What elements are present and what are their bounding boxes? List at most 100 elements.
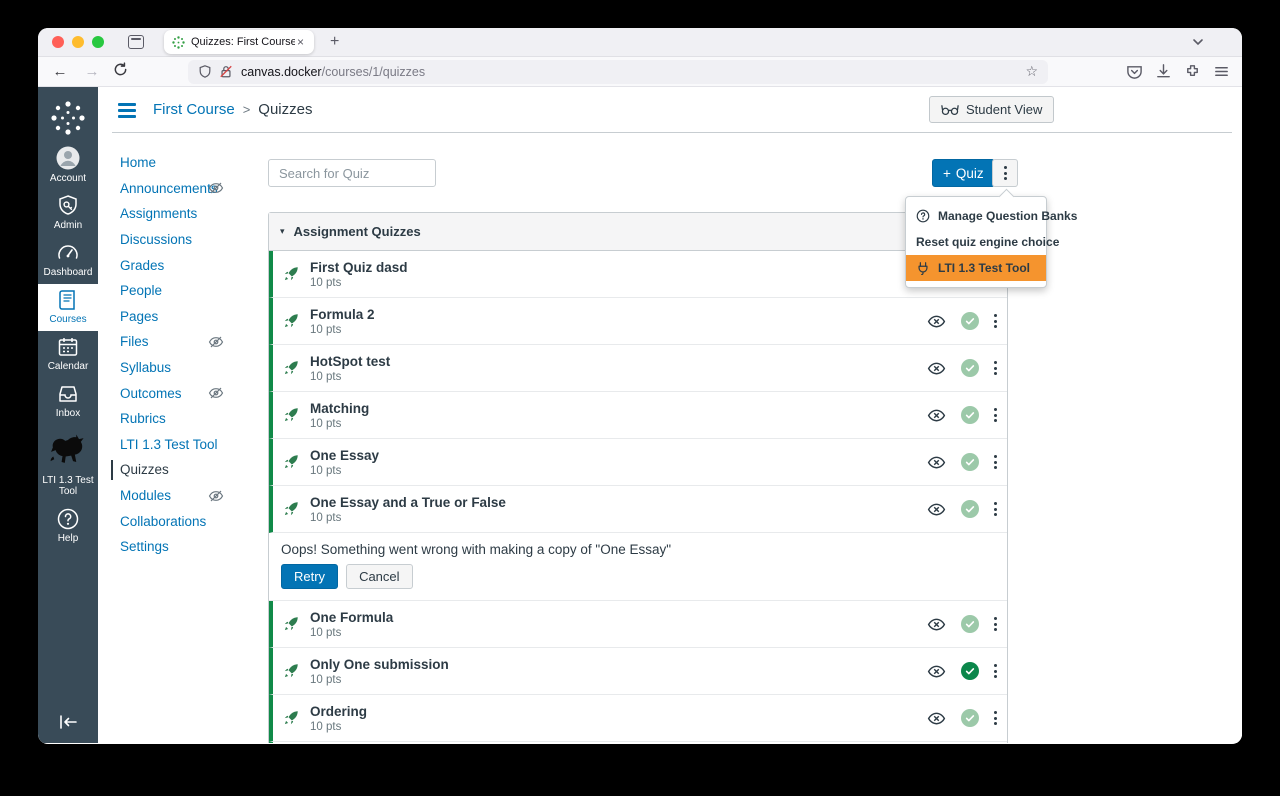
insecure-lock-icon[interactable] [219,64,233,79]
breadcrumb-course-link[interactable]: First Course [153,101,235,118]
course-nav-files[interactable]: Files [120,329,280,355]
quiz-row-menu-button[interactable] [994,314,997,328]
quiz-row[interactable]: Only One submission10 pts [269,648,1007,695]
sidebar-item-help[interactable]: Help [38,503,98,550]
new-quiz-button[interactable]: + Quiz [932,159,995,187]
quiz-row[interactable]: One Essay10 pts [269,439,1007,486]
published-check-icon[interactable] [961,500,979,518]
quiz-visibility-icon[interactable] [927,500,946,519]
shield-permissions-icon[interactable] [198,64,212,79]
quiz-row[interactable]: Formula 210 pts [269,298,1007,345]
menu-item-manage-question-banks[interactable]: Manage Question Banks [906,203,1046,229]
course-nav-settings[interactable]: Settings [120,534,280,560]
quiz-title[interactable]: Ordering [310,704,367,719]
quiz-title[interactable]: HotSpot test [310,354,390,369]
quiz-row-menu-button[interactable] [994,664,997,678]
quiz-row-partial[interactable]: Ordering Numbers [269,742,1007,743]
downloads-icon[interactable] [1155,63,1172,80]
search-quiz-input[interactable] [268,159,436,187]
bookmark-star-icon[interactable]: ☆ [1025,63,1038,80]
sidebar-item-dashboard[interactable]: Dashboard [38,237,98,284]
menu-item-lti-test-tool[interactable]: LTI 1.3 Test Tool [906,255,1046,281]
quiz-visibility-icon[interactable] [927,312,946,331]
quiz-options-kebab-button[interactable] [992,159,1018,187]
course-nav-rubrics[interactable]: Rubrics [120,406,280,432]
course-nav-pages[interactable]: Pages [120,304,280,330]
quiz-row[interactable]: One Formula10 pts [269,601,1007,648]
course-nav-toggle-icon[interactable] [118,103,136,118]
student-view-button[interactable]: Student View [929,96,1054,123]
quiz-visibility-icon[interactable] [927,662,946,681]
menu-item-reset-quiz-engine[interactable]: Reset quiz engine choice [906,229,1046,255]
sidebar-item-lti-test-tool[interactable]: LTI 1.3 Test Tool [38,425,98,503]
published-check-icon[interactable] [961,662,979,680]
course-nav-home[interactable]: Home [120,150,280,176]
tab-overview-icon[interactable] [128,35,144,49]
quiz-title[interactable]: Only One submission [310,657,449,672]
back-button[interactable]: ← [50,63,70,80]
course-nav-modules[interactable]: Modules [120,483,280,509]
collapse-caret-icon[interactable]: ▾ [280,226,285,237]
canvas-logo-icon[interactable] [48,95,88,141]
quiz-row-menu-button[interactable] [994,361,997,375]
quiz-title[interactable]: One Formula [310,610,393,625]
sidebar-item-account[interactable]: Account [38,141,98,190]
published-check-icon[interactable] [961,615,979,633]
course-nav-discussions[interactable]: Discussions [120,227,280,253]
course-nav-quizzes[interactable]: Quizzes [120,457,280,483]
quiz-visibility-icon[interactable] [927,406,946,425]
browser-tab[interactable]: Quizzes: First Course × [164,30,314,54]
course-nav-lti-test-tool[interactable]: LTI 1.3 Test Tool [120,432,280,458]
sidebar-item-calendar[interactable]: Calendar [38,331,98,378]
quiz-title[interactable]: Formula 2 [310,307,375,322]
quiz-title[interactable]: Matching [310,401,369,416]
url-text[interactable]: canvas.docker/courses/1/quizzes [241,65,1025,79]
minimize-window-button[interactable] [72,36,84,48]
quiz-title[interactable]: One Essay and a True or False [310,495,506,510]
app-menu-icon[interactable] [1213,63,1230,80]
tab-close-icon[interactable]: × [295,35,306,49]
published-check-icon[interactable] [961,312,979,330]
sidebar-item-inbox[interactable]: Inbox [38,378,98,425]
reload-button[interactable] [110,62,130,82]
collapse-global-nav-button[interactable] [38,714,98,735]
course-nav-people[interactable]: People [120,278,280,304]
published-check-icon[interactable] [961,453,979,471]
published-check-icon[interactable] [961,406,979,424]
quiz-title[interactable]: One Essay [310,448,379,463]
quiz-visibility-icon[interactable] [927,709,946,728]
quiz-title[interactable]: First Quiz dasd [310,260,408,275]
course-nav-assignments[interactable]: Assignments [120,201,280,227]
close-window-button[interactable] [52,36,64,48]
course-nav-grades[interactable]: Grades [120,252,280,278]
quiz-visibility-icon[interactable] [927,359,946,378]
quiz-row-menu-button[interactable] [994,408,997,422]
course-nav-syllabus[interactable]: Syllabus [120,355,280,381]
published-check-icon[interactable] [961,709,979,727]
retry-button[interactable]: Retry [281,564,338,589]
course-nav-outcomes[interactable]: Outcomes [120,380,280,406]
quiz-row-menu-button[interactable] [994,502,997,516]
quiz-group-header[interactable]: ▾ Assignment Quizzes [269,213,1007,251]
published-check-icon[interactable] [961,359,979,377]
list-tabs-chevron-icon[interactable] [1192,36,1204,48]
sidebar-item-courses[interactable]: Courses [38,284,98,331]
quiz-row-menu-button[interactable] [994,617,997,631]
quiz-row[interactable]: One Essay and a True or False10 pts [269,486,1007,533]
quiz-row[interactable]: Matching10 pts [269,392,1007,439]
forward-button[interactable]: → [82,63,102,80]
sidebar-item-admin[interactable]: Admin [38,190,98,237]
extensions-puzzle-icon[interactable] [1184,63,1201,80]
quiz-visibility-icon[interactable] [927,453,946,472]
quiz-row-menu-button[interactable] [994,455,997,469]
url-bar[interactable]: canvas.docker/courses/1/quizzes ☆ [188,60,1048,84]
quiz-row[interactable]: Ordering10 pts [269,695,1007,742]
course-nav-collaborations[interactable]: Collaborations [120,508,280,534]
course-nav-announcements[interactable]: Announcements [120,176,280,202]
cancel-button[interactable]: Cancel [346,564,412,589]
maximize-window-button[interactable] [92,36,104,48]
quiz-row-menu-button[interactable] [994,711,997,725]
pocket-icon[interactable] [1126,63,1143,80]
quiz-visibility-icon[interactable] [927,615,946,634]
new-tab-button[interactable]: + [330,33,339,51]
